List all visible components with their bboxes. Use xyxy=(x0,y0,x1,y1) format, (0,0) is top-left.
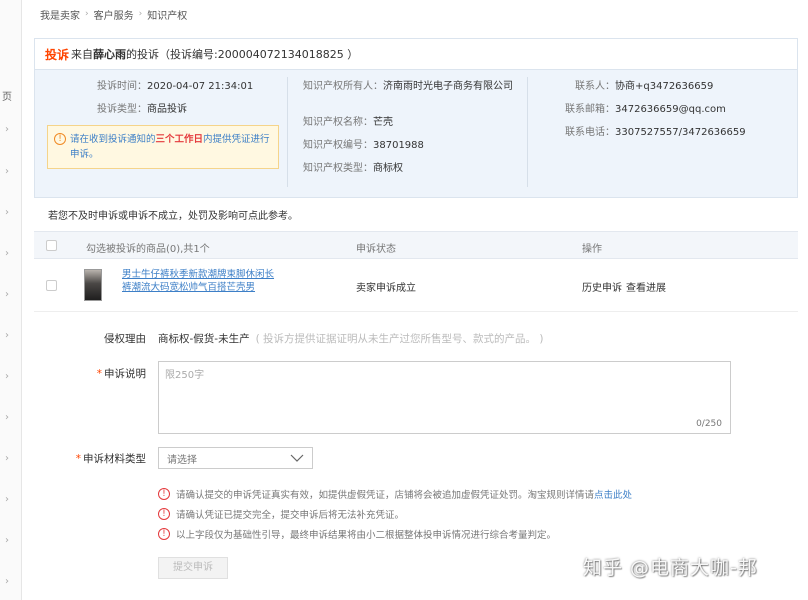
complaint-basic-info: 投诉时间：2020-04-07 21:34:01 投诉类型：商品投诉 xyxy=(97,79,253,125)
row-checkbox[interactable] xyxy=(46,280,57,291)
breadcrumb: 我是卖家 › 客户服务 › 知识产权 xyxy=(40,6,187,22)
column-header-status: 申诉状态 xyxy=(356,244,396,255)
chevron-right-icon[interactable]: › xyxy=(5,494,9,505)
ip-type-value: 商标权 xyxy=(373,163,403,174)
email-label: 联系邮箱： xyxy=(565,104,615,115)
contact-label: 联系人： xyxy=(575,81,615,92)
ip-owner-label: 知识产权所有人： xyxy=(303,81,383,92)
left-sidebar: 页 › › › › › › › › › › › › xyxy=(0,0,22,600)
chevron-right-icon[interactable]: › xyxy=(5,124,9,135)
watermark: 知乎 @电商大咖-邦 xyxy=(583,557,758,579)
ip-type-label: 知识产权类型： xyxy=(303,163,373,174)
penalty-reference-link[interactable]: 若您不及时申诉或申诉不成立，处罚及影响可点此参考。 xyxy=(48,207,298,222)
product-thumbnail[interactable] xyxy=(84,269,102,301)
chevron-right-icon[interactable]: › xyxy=(5,535,9,546)
deadline-notice: ! 请在收到投诉通知的三个工作日内提供凭证进行申诉。 xyxy=(47,125,279,169)
character-counter: 0/250 xyxy=(696,419,722,429)
breadcrumb-item-service[interactable]: 客户服务 xyxy=(94,7,134,22)
email-value: 3472636659@qq.com xyxy=(615,104,726,115)
chevron-right-icon[interactable]: › xyxy=(5,412,9,423)
reason-hint: ( 投诉方提供证据证明从未生产过您所售型号、款式的产品。 ) xyxy=(255,333,544,345)
chevron-right-icon[interactable]: › xyxy=(5,248,9,259)
panel-divider xyxy=(287,77,288,187)
warning-icon: ! xyxy=(158,528,170,540)
sidebar-label: 页 xyxy=(2,92,12,103)
reason-label: 侵权理由 xyxy=(104,333,146,345)
warning-icon: ! xyxy=(158,508,170,520)
complaint-header: 投诉 来自 薛心雨 的投诉（投诉编号:200004072134018825 ） xyxy=(35,39,797,70)
tip-authenticity: ! 请确认提交的申诉凭证真实有效，如提供虚假凭证，店铺将会被追加虚假凭证处罚。淘… xyxy=(158,484,632,504)
ip-number-label: 知识产权编号： xyxy=(303,140,373,151)
contact-value: 协商+q3472636659 xyxy=(615,81,714,92)
complaint-type-value: 商品投诉 xyxy=(147,104,187,115)
product-table-header: 勾选被投诉的商品(0),共1个 申诉状态 操作 xyxy=(34,231,798,259)
submit-appeal-button[interactable]: 提交申诉 xyxy=(158,557,228,579)
column-header-product: 勾选被投诉的商品(0),共1个 xyxy=(86,244,210,255)
material-type-select[interactable]: 请选择 xyxy=(158,447,313,469)
chevron-right-icon[interactable]: › xyxy=(5,289,9,300)
ip-name-value: 芒壳 xyxy=(373,117,393,128)
info-icon: ! xyxy=(54,133,66,145)
description-placeholder: 限250字 xyxy=(165,370,205,381)
chevron-right-icon[interactable]: › xyxy=(5,576,9,587)
complaint-from-suffix: 的投诉（投诉编号:200004072134018825 ） xyxy=(126,48,359,61)
chevron-right-icon[interactable]: › xyxy=(5,453,9,464)
notice-text-a: 请在收到投诉通知的 xyxy=(70,134,156,145)
product-title-link[interactable]: 男士牛仔裤秋季新款潮牌束脚休闲长裤潮流大码宽松帅气百搭芒壳男 xyxy=(122,268,282,294)
breadcrumb-item-seller[interactable]: 我是卖家 xyxy=(40,7,80,22)
tip-complete: ! 请确认凭证已提交完全，提交申诉后将无法补充凭证。 xyxy=(158,504,632,524)
chevron-right-icon[interactable]: › xyxy=(5,166,9,177)
rules-detail-link[interactable]: 点击此处 xyxy=(594,487,632,501)
view-progress-link[interactable]: 查看进展 xyxy=(626,279,666,294)
history-appeal-link[interactable]: 历史申诉 xyxy=(582,279,622,294)
ip-name-label: 知识产权名称： xyxy=(303,117,373,128)
select-all-checkbox[interactable] xyxy=(46,240,57,251)
breadcrumb-separator-icon: › xyxy=(85,9,89,19)
complaint-time-value: 2020-04-07 21:34:01 xyxy=(147,81,254,92)
complaint-panel: 投诉 来自 薛心雨 的投诉（投诉编号:200004072134018825 ） … xyxy=(34,38,798,198)
complaint-from-prefix: 来自 xyxy=(71,48,94,61)
complaint-tag: 投诉 xyxy=(45,47,70,62)
warning-icon: ! xyxy=(158,488,170,500)
complainant-name: 薛心雨 xyxy=(93,48,127,61)
table-row: 男士牛仔裤秋季新款潮牌束脚休闲长裤潮流大码宽松帅气百搭芒壳男 卖家申诉成立 历史… xyxy=(34,260,798,312)
ip-number-value: 38701988 xyxy=(373,140,424,151)
chevron-right-icon[interactable]: › xyxy=(5,371,9,382)
chevron-down-icon xyxy=(290,454,304,462)
appeal-description-input[interactable]: 限250字 0/250 xyxy=(158,361,731,434)
notice-text-deadline: 三个工作日 xyxy=(155,134,204,145)
contact-info: 联系人：协商+q3472636659 联系邮箱：3472636659@qq.co… xyxy=(545,79,795,148)
ip-owner-value: 济南雨时光电子商务有限公司 xyxy=(383,81,513,92)
reason-value: 商标权-假货-未生产( 投诉方提供证据证明从未生产过您所售型号、款式的产品。 ) xyxy=(158,333,544,345)
description-label: * 申诉说明 xyxy=(96,368,146,380)
column-header-operation: 操作 xyxy=(582,244,602,255)
panel-divider xyxy=(527,77,528,187)
tip-guidance: ! 以上字段仅为基础性引导，最终申诉结果将由小二根据整体投申诉情况进行综合考量判… xyxy=(158,524,632,544)
chevron-right-icon[interactable]: › xyxy=(5,207,9,218)
breadcrumb-separator-icon: › xyxy=(138,9,143,19)
chevron-right-icon[interactable]: › xyxy=(5,330,9,341)
phone-label: 联系电话： xyxy=(565,127,615,138)
complaint-type-label: 投诉类型： xyxy=(97,104,147,115)
appeal-status: 卖家申诉成立 xyxy=(356,283,416,294)
appeal-tips: ! 请确认提交的申诉凭证真实有效，如提供虚假凭证，店铺将会被追加虚假凭证处罚。淘… xyxy=(158,484,632,544)
complaint-time-label: 投诉时间： xyxy=(97,81,147,92)
breadcrumb-item-ip[interactable]: 知识产权 xyxy=(147,7,187,22)
material-type-label: * 申诉材料类型 xyxy=(75,453,146,465)
ip-info: 知识产权所有人： 济南雨时光电子商务有限公司 知识产权名称：芒壳 知识产权编号：3… xyxy=(303,79,518,184)
material-type-placeholder: 请选择 xyxy=(167,454,197,466)
phone-value: 3307527557/3472636659 xyxy=(615,127,746,138)
